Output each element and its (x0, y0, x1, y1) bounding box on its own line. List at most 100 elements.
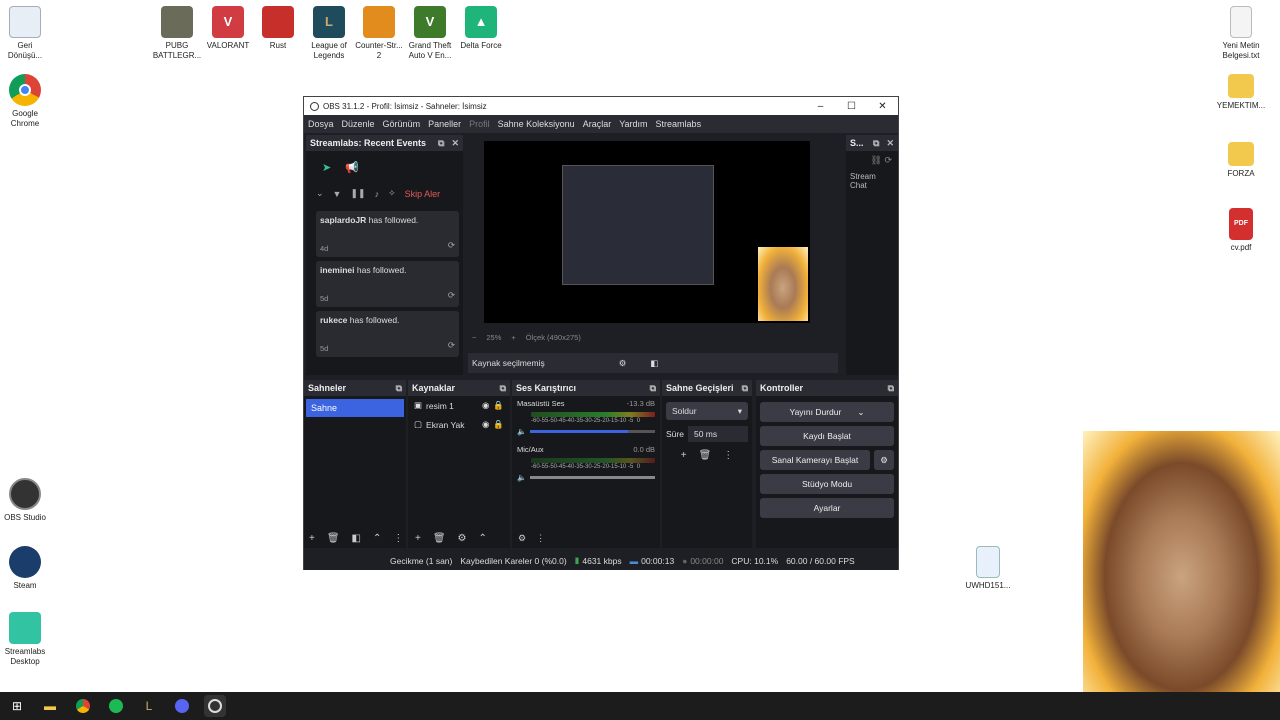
eye-icon[interactable]: ◉ (482, 400, 489, 411)
speaker-icon[interactable]: 🔈 (517, 473, 526, 482)
chrome-taskbar-icon[interactable] (72, 695, 94, 717)
up-icon[interactable]: ⌃ (479, 533, 487, 544)
up-icon[interactable]: ⌃ (373, 533, 381, 544)
menu-gorunum[interactable]: Görünüm (383, 119, 421, 129)
skip-alert-button[interactable]: Skip Aler (405, 189, 441, 199)
gear-icon[interactable]: ⚙ (458, 533, 467, 544)
close-icon[interactable]: ✕ (886, 138, 894, 149)
float-icon[interactable]: ⧉ (873, 138, 879, 149)
chevron-down-icon[interactable]: ⌄ (857, 407, 864, 418)
menu-duzenle[interactable]: Düzenle (342, 119, 375, 129)
menu-yardim[interactable]: Yardım (619, 119, 647, 129)
studio-mode-button[interactable]: Stüdyo Modu (760, 474, 894, 494)
start-button[interactable]: ⊞ (6, 695, 28, 717)
stop-streaming-button[interactable]: Yayını Durdur ⌄ (760, 402, 894, 422)
mute-icon[interactable]: ♪ (375, 189, 380, 199)
float-icon[interactable]: ⧉ (500, 383, 506, 394)
desktop-icon-label: Google Chrome (10, 109, 40, 128)
float-icon[interactable]: ⧉ (438, 138, 444, 149)
desktop-icon-label: UWHD151... (965, 581, 1011, 590)
desktop-icon-streamlabs[interactable]: Streamlabs Desktop (0, 612, 55, 667)
zoom-in-icon[interactable]: + (511, 333, 515, 342)
megaphone-icon[interactable]: 📢 (345, 161, 359, 174)
desktop-icon-image[interactable]: UWHD151... (958, 546, 1018, 591)
file-explorer-icon[interactable]: ▬ (39, 695, 61, 717)
more-icon[interactable]: ⋮ (393, 533, 403, 544)
trash-icon[interactable]: 🗑 (433, 533, 446, 544)
scene-item[interactable]: Sahne (306, 399, 404, 417)
display-icon: ▢ (414, 419, 423, 429)
virtual-camera-settings-button[interactable]: ⚙ (874, 450, 894, 470)
source-item[interactable]: ▣ resim 1 ◉ 🔒 (408, 396, 510, 415)
desktop-icon-steam[interactable]: Steam (0, 546, 55, 591)
float-icon[interactable]: ⧉ (742, 383, 748, 394)
trash-icon[interactable]: 🗑 (699, 450, 712, 461)
menu-paneller[interactable]: Paneller (428, 119, 461, 129)
minimize-button[interactable]: – (805, 101, 836, 112)
repeat-icon[interactable]: ⟳ (448, 290, 455, 301)
trash-icon[interactable]: 🗑 (327, 533, 340, 544)
repeat-icon[interactable]: ⟳ (448, 240, 455, 251)
desktop-icon-text-file[interactable]: Yeni Metin Belgesi.txt (1211, 6, 1271, 61)
lock-icon[interactable]: 🔒 (493, 419, 504, 430)
scenes-title: Sahneler (308, 383, 347, 393)
eye-icon[interactable]: ◉ (482, 419, 489, 430)
add-icon[interactable]: + (415, 533, 421, 544)
sources-toolbar: + 🗑 ⚙ ⌃ (415, 533, 487, 544)
menu-sahne-koleksiyonu[interactable]: Sahne Koleksiyonu (498, 119, 575, 129)
more-icon[interactable]: ⋮ (723, 450, 733, 461)
volume-slider[interactable] (530, 430, 655, 433)
zoom-out-icon[interactable]: − (472, 333, 476, 342)
source-filter-icon[interactable]: ◧ (650, 358, 658, 369)
lock-icon[interactable]: 🔒 (493, 400, 504, 411)
maximize-button[interactable]: ☐ (836, 101, 867, 112)
link-icon[interactable]: ⛓ (871, 155, 882, 165)
close-icon[interactable]: ✕ (451, 138, 459, 149)
add-icon[interactable]: + (681, 450, 687, 461)
start-virtual-camera-button[interactable]: Sanal Kamerayı Başlat (760, 450, 870, 470)
pause-icon[interactable]: ❚❚ (350, 188, 365, 199)
source-settings-icon[interactable]: ⚙ (619, 358, 627, 369)
more-icon[interactable]: ⋮ (536, 533, 545, 544)
filter-icon[interactable]: ▼ (333, 189, 342, 199)
duration-input[interactable]: 50 ms (687, 426, 748, 442)
desktop-icon-game[interactable]: ▲ Delta Force (451, 6, 511, 51)
add-icon[interactable]: + (309, 533, 315, 544)
chevron-down-icon[interactable]: ⌄ (316, 188, 324, 199)
preview-canvas[interactable] (484, 141, 810, 323)
settings-button[interactable]: Ayarlar (760, 498, 894, 518)
repeat-icon[interactable]: ⟳ (448, 340, 455, 351)
streamlabs-icon (9, 612, 41, 644)
obs-taskbar-icon[interactable] (204, 695, 226, 717)
float-icon[interactable]: ⧉ (396, 383, 402, 394)
duration-row: Süre 50 ms (662, 426, 752, 442)
speaker-icon[interactable]: 🔈 (517, 427, 526, 436)
source-item[interactable]: ▢ Ekran Yak ◉ 🔒 (408, 415, 510, 434)
desktop-icon-folder[interactable]: FORZA (1211, 142, 1271, 179)
desktop-icon-obs[interactable]: OBS Studio (0, 478, 55, 523)
refresh-icon[interactable]: ⟳ (884, 155, 892, 165)
transition-select[interactable]: Soldur ▾ (666, 402, 748, 420)
menu-dosya[interactable]: Dosya (308, 119, 334, 129)
desktop-icon-folder[interactable]: YEMEKTIM... (1211, 74, 1271, 111)
menu-profil[interactable]: Profil (469, 119, 490, 129)
send-icon[interactable]: ➤ (322, 161, 331, 174)
filter-icon[interactable]: ◧ (352, 533, 361, 544)
spotify-icon[interactable] (105, 695, 127, 717)
wand-icon[interactable]: ✧ (388, 188, 396, 199)
float-icon[interactable]: ⧉ (650, 383, 656, 394)
channel-db: -13.3 dB (626, 399, 655, 408)
close-button[interactable]: ✕ (867, 101, 898, 112)
menu-araclar[interactable]: Araçlar (583, 119, 612, 129)
volume-slider[interactable] (530, 476, 655, 479)
transitions-header: Sahne Geçişleri ⧉ (662, 380, 752, 396)
desktop-icon-chrome[interactable]: Google Chrome (0, 74, 55, 129)
float-icon[interactable]: ⧉ (888, 383, 894, 394)
league-taskbar-icon[interactable]: L (138, 695, 160, 717)
desktop-icon-pdf[interactable]: PDF cv.pdf (1211, 208, 1271, 253)
discord-icon[interactable] (171, 695, 193, 717)
gear-icon[interactable]: ⚙ (518, 533, 526, 544)
desktop-icon-recycle-bin[interactable]: Geri Dönüşü... (0, 6, 55, 61)
start-recording-button[interactable]: Kaydı Başlat (760, 426, 894, 446)
menu-streamlabs[interactable]: Streamlabs (656, 119, 702, 129)
